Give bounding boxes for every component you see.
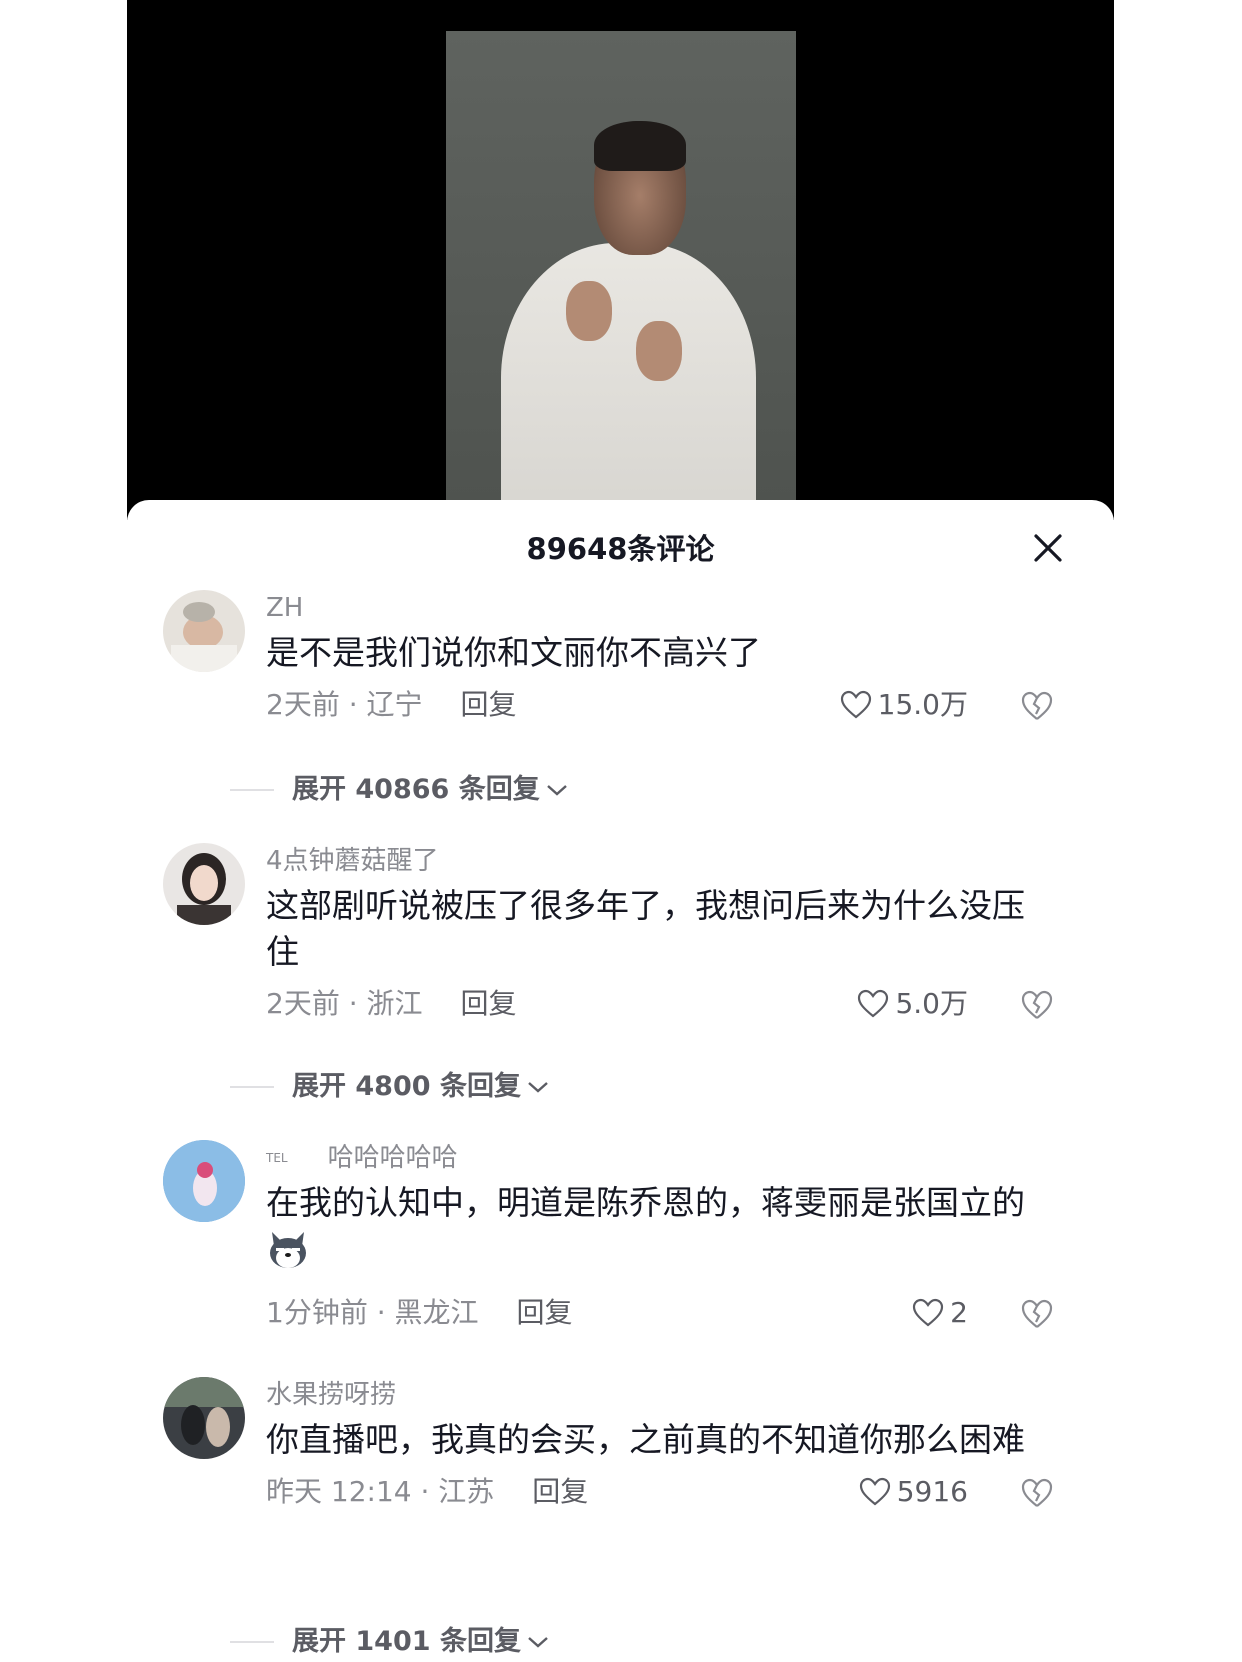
reply-button[interactable]: 回复 <box>532 1475 588 1508</box>
broken-heart-icon[interactable] <box>1020 1298 1054 1330</box>
avatar[interactable] <box>163 1140 245 1222</box>
broken-heart-icon[interactable] <box>1020 690 1054 722</box>
comment-text: 你直播吧，我真的会买，之前真的不知道你那么困难 <box>266 1420 1025 1459</box>
reply-button[interactable]: 回复 <box>461 987 517 1020</box>
comment-time-location: 2天前 · 辽宁 <box>266 688 423 721</box>
like-button[interactable]: 5.0万 <box>857 981 968 1027</box>
comments-sheet: 89648条评论 ZH 是不是我们说你和文丽你不高兴了 2天前 · 辽宁回复 <box>127 500 1114 1657</box>
chevron-down-icon <box>528 1637 548 1648</box>
like-count: 2 <box>950 1296 968 1329</box>
close-icon[interactable] <box>1030 530 1066 566</box>
comment-meta: 1分钟前 · 黑龙江 回复 2 <box>266 1290 1078 1336</box>
avatar[interactable] <box>163 590 245 672</box>
comment-text: 在我的认知中，明道是陈乔恩的，蒋雯丽是张国立的 <box>266 1180 1046 1284</box>
comment-time-location: 2天前 · 浙江 <box>266 987 423 1020</box>
like-count: 5.0万 <box>895 987 968 1020</box>
comment-author[interactable]: 4点钟蘑菇醒了 <box>266 843 1078 879</box>
person-figure-hand <box>566 281 612 341</box>
person-figure-hand <box>636 321 682 381</box>
like-count: 15.0万 <box>877 688 968 721</box>
comment-time-location: 昨天 12:14 · 江苏 <box>266 1475 495 1508</box>
avatar[interactable] <box>163 1377 245 1459</box>
broken-heart-icon[interactable] <box>1020 1477 1054 1509</box>
comment-meta: 2天前 · 辽宁 回复 15.0万 <box>266 682 1078 728</box>
chevron-down-icon <box>546 785 567 796</box>
comment-time-location: 1分钟前 · 黑龙江 <box>266 1296 479 1329</box>
comment-text-content: 在我的认知中，明道是陈乔恩的，蒋雯丽是张国立的 <box>266 1183 1025 1222</box>
chevron-down-icon <box>528 1082 548 1093</box>
heart-outline-icon <box>913 1298 944 1327</box>
video-player[interactable] <box>127 0 1114 520</box>
comment-text: 这部剧听说被压了很多年了，我想问后来为什么没压住 <box>266 886 1025 971</box>
expand-replies-button[interactable]: 展开 4800 条回复 <box>230 1067 549 1107</box>
broken-heart-icon[interactable] <box>1020 989 1054 1021</box>
comment-author[interactable]: ZH <box>266 590 1078 626</box>
expand-replies-button[interactable]: 展开 40866 条回复 <box>230 770 568 810</box>
like-button[interactable]: 15.0万 <box>840 682 968 728</box>
expand-replies-label: 展开 40866 条回复 <box>292 774 540 805</box>
person-figure-shirt <box>501 243 756 501</box>
like-button[interactable]: 5916 <box>859 1469 968 1515</box>
expand-replies-label: 展开 1401 条回复 <box>292 1626 521 1657</box>
comment-meta: 2天前 · 浙江 回复 5.0万 <box>266 981 1078 1027</box>
comment-meta: 昨天 12:14 · 江苏 回复 5916 <box>266 1469 1078 1515</box>
user-tag: TEL <box>266 1151 288 1165</box>
heart-outline-icon <box>859 1477 890 1506</box>
avatar[interactable] <box>163 843 245 925</box>
comments-count-title: 89648条评论 <box>526 532 715 566</box>
expand-replies-label: 展开 4800 条回复 <box>292 1071 521 1102</box>
comment-text: 是不是我们说你和文丽你不高兴了 <box>266 633 761 672</box>
divider <box>230 1641 274 1643</box>
like-button[interactable]: 2 <box>912 1290 968 1336</box>
comment-author[interactable]: TEL 哈哈哈哈哈 <box>266 1140 1078 1176</box>
divider <box>230 789 274 791</box>
comment-author[interactable]: 水果捞呀捞 <box>266 1377 1078 1413</box>
reply-button[interactable]: 回复 <box>461 688 517 721</box>
video-frame <box>446 31 796 501</box>
expand-replies-button[interactable]: 展开 1401 条回复 <box>230 1622 549 1662</box>
like-count: 5916 <box>896 1475 968 1508</box>
comment-author-name: 哈哈哈哈哈 <box>327 1143 458 1173</box>
heart-outline-icon <box>858 989 889 1018</box>
person-figure-hair <box>594 121 686 171</box>
husky-emoji-icon <box>266 1228 310 1272</box>
heart-outline-icon <box>840 690 871 719</box>
divider <box>230 1086 274 1088</box>
reply-button[interactable]: 回复 <box>517 1296 573 1329</box>
